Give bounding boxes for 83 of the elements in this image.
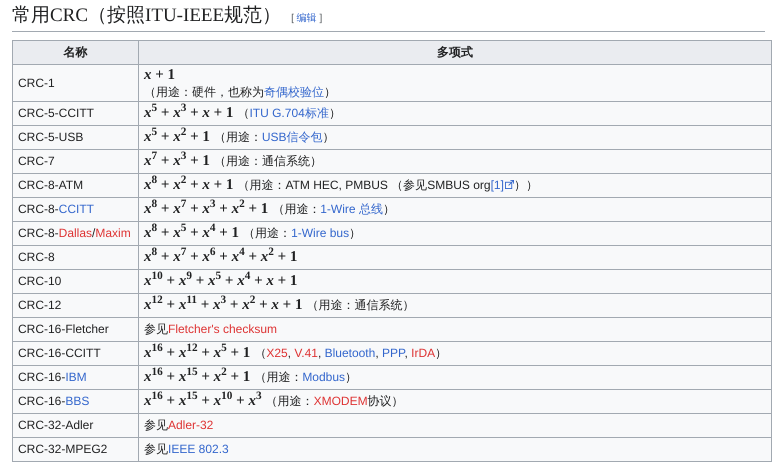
polynomial-formula: x$^{16}$ + x$^{15}$ + x$^{2}$ + 1 [144, 368, 250, 387]
link[interactable]: V.41 [294, 346, 318, 360]
column-header: 名称 [12, 40, 138, 64]
text: CRC-32-Adler [18, 418, 94, 432]
link[interactable]: Fletcher's checksum [168, 322, 277, 336]
polynomial-formula: x$^{8}$ + x$^{2}$ + x + 1 [144, 176, 234, 195]
text: ） [382, 202, 395, 216]
link[interactable]: Dallas [58, 226, 92, 240]
text: 参见 [144, 418, 168, 432]
text: ） [324, 85, 336, 99]
link[interactable]: USB信令包 [262, 130, 323, 144]
text: CRC-5-USB [18, 130, 84, 144]
section-heading: 常用CRC（按照ITU-IEEE规范） [12, 4, 282, 28]
link[interactable]: 奇偶校验位 [264, 85, 324, 99]
link[interactable]: 1-Wire bus [291, 226, 350, 240]
link[interactable]: IEEE 802.3 [168, 442, 229, 456]
text: ）） [514, 178, 538, 192]
text: （用途： [254, 370, 302, 384]
polynomial-formula: x + 1 [144, 66, 176, 85]
text: CRC-32-MPEG2 [18, 442, 108, 456]
text: ） [435, 346, 448, 360]
link[interactable]: Bluetooth [324, 346, 376, 360]
text: CRC-8 [18, 250, 55, 264]
text: （用途： [272, 202, 320, 216]
text: CRC-5-CCITT [18, 106, 94, 120]
link[interactable]: Maxim [95, 226, 131, 240]
text: ） [345, 370, 358, 384]
text: CRC-10 [18, 274, 62, 288]
link[interactable]: ITU G.704标准 [249, 106, 329, 120]
text: 参见 [144, 442, 168, 456]
text: （用途：通信系统） [214, 154, 322, 168]
text: , [288, 346, 292, 360]
polynomial-formula: x$^{8}$ + x$^{7}$ + x$^{6}$ + x$^{4}$ + x$^{2}$ + 1 [144, 248, 298, 267]
link[interactable]: X25 [266, 346, 288, 360]
link[interactable]: Modbus [302, 370, 346, 384]
text: , [404, 346, 409, 360]
text: （ [254, 346, 266, 360]
link[interactable]: 1-Wire 总线 [320, 202, 383, 216]
link[interactable]: IBM [65, 370, 87, 384]
link[interactable]: CCITT [58, 202, 94, 216]
text: CRC-8-ATM [18, 178, 84, 192]
polynomial-formula: x$^{5}$ + x$^{3}$ + x + 1 [144, 104, 234, 123]
reference-link[interactable]: [1] [490, 178, 504, 192]
text: CRC-7 [18, 154, 55, 168]
text: ） [349, 226, 362, 240]
text: CRC-16-Fletcher [18, 322, 109, 336]
text: （用途： [214, 130, 262, 144]
polynomial-formula: x$^{12}$ + x$^{11}$ + x$^{3}$ + x$^{2}$ + x + 1 [144, 296, 302, 315]
text: 协议） [368, 394, 404, 408]
edit-link[interactable]: [ 编辑 ] [291, 11, 322, 26]
text: CRC-8- [18, 226, 59, 240]
link[interactable]: Adler-32 [168, 418, 214, 432]
text: （用途： [266, 394, 314, 408]
text: （用途：通信系统） [306, 298, 414, 312]
polynomial-formula: x$^{8}$ + x$^{7}$ + x$^{3}$ + x$^{2}$ + 1 [144, 200, 268, 219]
text: （用途：ATM HEC, PMBUS （参见SMBUS org [237, 178, 491, 192]
column-header: 多项式 [138, 40, 772, 64]
text: ） [322, 130, 335, 144]
text: （用途： [243, 226, 292, 240]
text: / [92, 226, 96, 240]
text: , [375, 346, 380, 360]
text: CRC-12 [18, 298, 62, 312]
text: CRC-1 [18, 76, 55, 90]
text: （ [237, 106, 250, 120]
link[interactable]: IrDA [411, 346, 436, 360]
text: CRC-16-CCITT [18, 346, 101, 360]
text: ） [328, 106, 341, 120]
link[interactable]: XMODEM [314, 394, 368, 408]
text: , [318, 346, 322, 360]
polynomial-formula: x$^{8}$ + x$^{5}$ + x$^{4}$ + 1 [144, 224, 240, 243]
text: CRC-8- [18, 202, 59, 216]
polynomial-formula: x$^{5}$ + x$^{2}$ + 1 [144, 128, 210, 147]
link[interactable]: BBS [65, 394, 90, 408]
external-link-icon [504, 180, 514, 189]
polynomial-formula: x$^{10}$ + x$^{9}$ + x$^{5}$ + x$^{4}$ + x + 1 [144, 272, 298, 291]
polynomial-formula: x$^{16}$ + x$^{15}$ + x$^{10}$ + x$^{3}$ [144, 392, 262, 411]
polynomial-formula: x$^{7}$ + x$^{3}$ + 1 [144, 152, 210, 171]
text: CRC-16- [18, 370, 66, 384]
link[interactable]: PPP [382, 346, 404, 360]
text: （用途：硬件，也称为 [144, 85, 264, 99]
text: 参见 [144, 322, 168, 336]
polynomial-formula: x$^{16}$ + x$^{12}$ + x$^{5}$ + 1 [144, 344, 250, 363]
text: CRC-16- [18, 394, 66, 408]
